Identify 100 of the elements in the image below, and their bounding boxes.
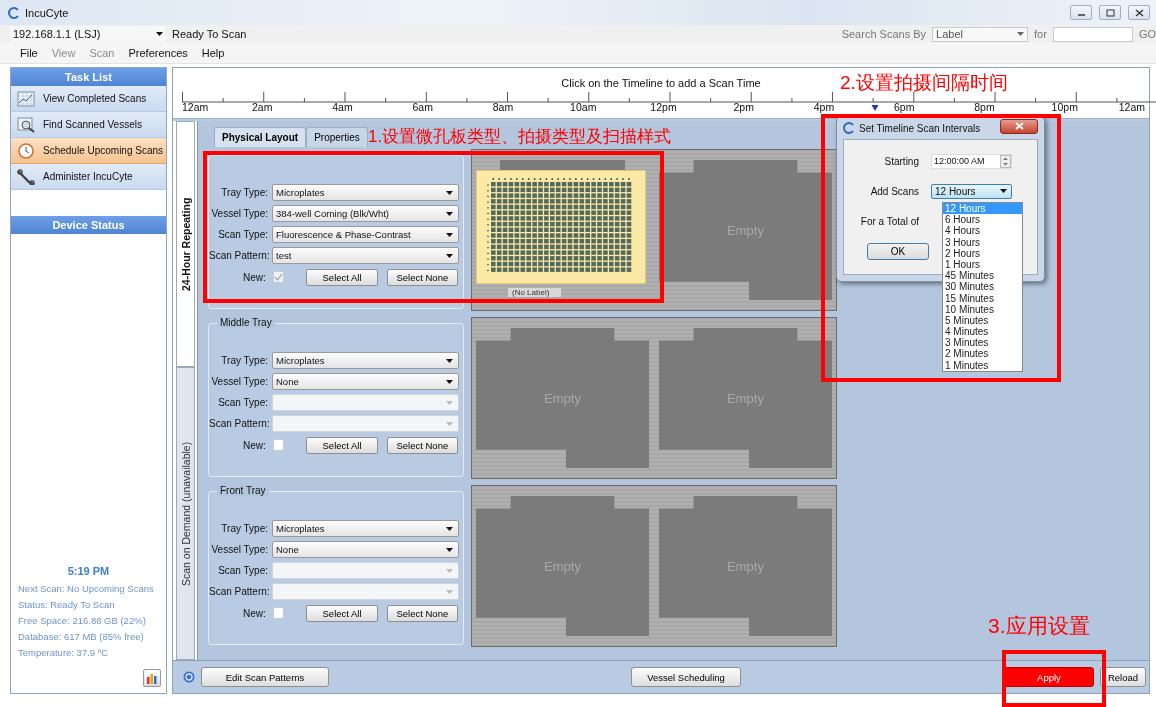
search-by-dropdown[interactable]: Label: [932, 26, 1029, 42]
dropdown[interactable]: Microplates: [272, 520, 459, 537]
section-header: Task List: [11, 68, 166, 86]
select-none-button[interactable]: Select None: [386, 604, 458, 622]
dropdown-option[interactable]: 5 Minutes: [943, 314, 1022, 327]
dropdown[interactable]: Microplates: [272, 184, 459, 201]
field-label: Scan Pattern:: [209, 250, 268, 261]
select-all-button[interactable]: Select All: [306, 604, 378, 622]
group-title: Front Tray: [217, 485, 269, 496]
dropdown-option[interactable]: 2 Hours: [943, 247, 1022, 259]
dropdown[interactable]: Microplates: [272, 352, 459, 369]
dropdown-option[interactable]: 30 Minutes: [943, 281, 1022, 293]
dropdown-value: test: [276, 250, 292, 261]
dropdown[interactable]: test: [272, 247, 459, 264]
annotation-text: 2.设置拍摄间隔时间: [840, 71, 1008, 95]
maximize-icon: [1104, 8, 1116, 17]
minimize-button[interactable]: [1070, 5, 1092, 20]
chart-button[interactable]: [143, 669, 161, 687]
time-label: 6am: [412, 101, 433, 113]
dialog-title: Set Timeline Scan Intervals: [859, 122, 981, 134]
schedule-tab[interactable]: Scan on Demand (unavailable): [176, 367, 195, 660]
layout-tab[interactable]: Properties: [306, 127, 368, 147]
section-header: Device Status: [11, 216, 166, 234]
select-all-button[interactable]: Select All: [306, 436, 378, 454]
dropdown-option[interactable]: 45 Minutes: [943, 270, 1022, 282]
dropdown[interactable]: None: [272, 373, 459, 390]
chart-icon: [17, 90, 35, 107]
connection-dropdown[interactable]: 192.168.1.1 (LSJ): [10, 26, 166, 42]
time-field[interactable]: 12:00:00 AM: [931, 153, 1012, 169]
wrench-icon: [17, 168, 35, 185]
action-button[interactable]: Reload: [1100, 667, 1146, 687]
field-label: Scan Type:: [217, 565, 268, 576]
time-label: 8pm: [974, 101, 995, 113]
field-label: Add Scans: [869, 185, 920, 197]
caret-icon: [446, 421, 453, 426]
search-field[interactable]: [1052, 26, 1133, 42]
task-item[interactable]: Find Scanned Vessels: [11, 112, 166, 138]
caret-icon: [446, 568, 453, 573]
field-label: Scan Pattern:: [209, 586, 268, 597]
maximize-button[interactable]: [1099, 5, 1121, 20]
dropdown-option[interactable]: 3 Minutes: [943, 337, 1022, 349]
dropdown[interactable]: 384-well Corning (Blk/Wht): [272, 205, 459, 222]
dropdown-option[interactable]: 3 Hours: [943, 236, 1022, 248]
field-label: Scan Type:: [217, 229, 268, 240]
time-label: 10pm: [1051, 101, 1078, 113]
time-label: 4am: [332, 101, 353, 113]
action-button[interactable]: Apply: [1004, 667, 1094, 687]
dropdown-option[interactable]: 4 Minutes: [943, 326, 1022, 338]
time-label: 6pm: [894, 101, 915, 113]
caret-icon: [446, 547, 453, 552]
close-button[interactable]: [1000, 118, 1038, 134]
select-all-button[interactable]: Select All: [306, 268, 378, 286]
field-label: Vessel Type:: [210, 208, 268, 219]
dropdown-option[interactable]: 6 Hours: [943, 214, 1022, 226]
dropdown-option[interactable]: 1 Hours: [943, 258, 1022, 271]
schedule-tab[interactable]: 24-Hour Repeating: [176, 121, 195, 367]
help-icon: [183, 671, 195, 683]
task-item[interactable]: View Completed Scans: [11, 86, 166, 112]
close-icon: [1014, 122, 1024, 130]
select-none-button[interactable]: Select None: [386, 436, 458, 454]
task-item[interactable]: Schedule Upcoming Scans: [11, 138, 166, 164]
go-button[interactable]: GO: [1138, 28, 1156, 40]
dropdown-option[interactable]: 15 Minutes: [943, 292, 1022, 304]
select-none-button[interactable]: Select None: [386, 268, 458, 286]
dropdown[interactable]: None: [272, 541, 459, 558]
dropdown-value: 12 Hours: [935, 185, 976, 197]
dropdown-option[interactable]: 2 Minutes: [943, 348, 1022, 360]
dropdown-option[interactable]: 4 Hours: [943, 225, 1022, 237]
search-label: Search Scans By: [841, 28, 927, 40]
annotation-text: 3.应用设置: [988, 613, 1090, 639]
field-label: Vessel Type:: [210, 544, 268, 555]
ok-button[interactable]: OK: [867, 242, 929, 260]
logo-icon: [8, 6, 20, 19]
action-button[interactable]: Vessel Scheduling: [631, 667, 741, 687]
action-button[interactable]: Edit Scan Patterns: [201, 667, 329, 687]
caret-icon: [446, 358, 453, 363]
dropdown[interactable]: Fluorescence & Phase-Contrast: [272, 226, 459, 243]
checkbox[interactable]: [272, 439, 285, 451]
field-label: For a Total of: [859, 215, 920, 227]
menu-item[interactable]: Help: [195, 47, 231, 59]
field-label: Scan Type:: [217, 397, 268, 408]
menu-item[interactable]: File: [14, 47, 44, 59]
dropdown-value: 192.168.1.1 (LSJ): [13, 28, 101, 40]
dropdown-option[interactable]: 1 Minutes: [943, 359, 1022, 371]
caret-icon: [446, 232, 453, 237]
time-label: 8am: [492, 101, 514, 113]
task-label: Administer IncuCyte: [43, 171, 133, 182]
field-label: Scan Pattern:: [209, 418, 268, 429]
clock-icon: [17, 142, 35, 159]
window-title: IncuCyte: [25, 6, 69, 19]
close-button[interactable]: [1128, 5, 1150, 20]
group-title: Middle Tray: [217, 317, 275, 328]
interval-dropdown[interactable]: 12 Hours: [931, 183, 1012, 199]
field-label: Starting: [883, 155, 920, 167]
checkbox[interactable]: [272, 607, 285, 619]
menu-item[interactable]: Preferences: [122, 47, 194, 59]
dropdown-option[interactable]: 10 Minutes: [943, 303, 1022, 315]
layout-tab[interactable]: Physical Layout: [214, 127, 307, 147]
task-item[interactable]: Administer IncuCyte: [11, 164, 166, 190]
time-label: 2pm: [733, 101, 754, 113]
